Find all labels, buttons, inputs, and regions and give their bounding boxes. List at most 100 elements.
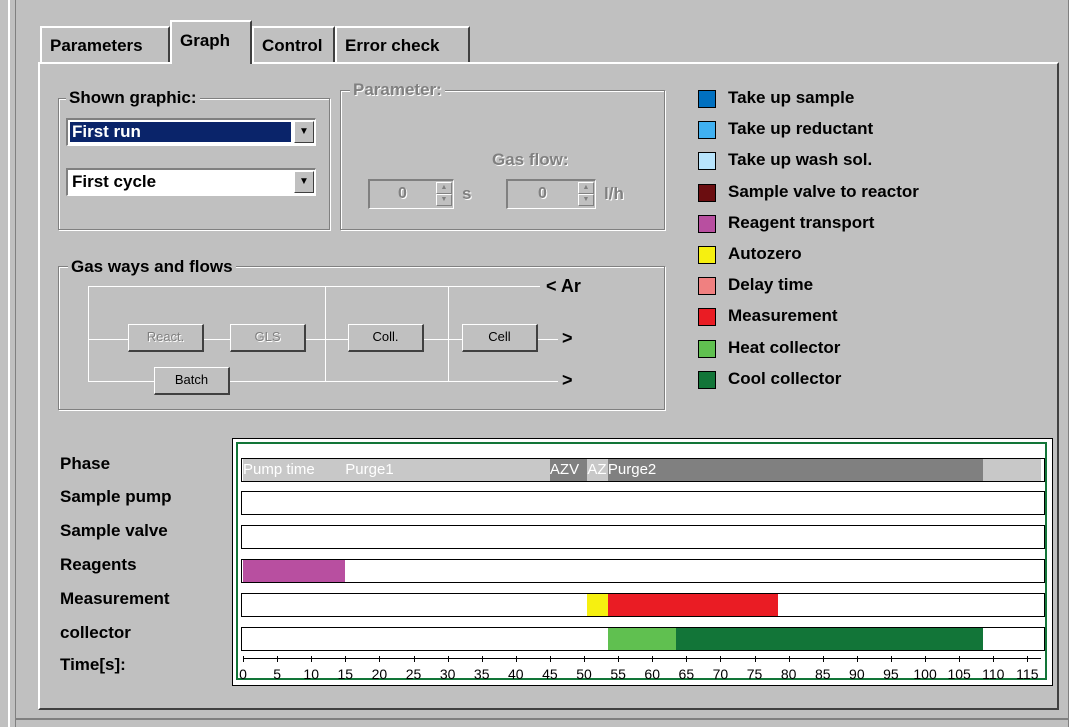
- phase-segment: AZV: [549, 459, 588, 481]
- time-axis-tick-label: 90: [849, 666, 865, 682]
- row-label-phase: Phase: [60, 454, 111, 473]
- legend-swatch-icon: [698, 370, 716, 389]
- tab-control[interactable]: Control: [252, 26, 335, 62]
- gas-line: [448, 286, 449, 381]
- legend-swatch-icon: [698, 246, 716, 264]
- tab-graph[interactable]: Graph: [170, 20, 252, 64]
- tab-graph-label: Graph: [180, 31, 231, 50]
- time-axis-tick: [549, 656, 551, 662]
- row-label-measurement: Measurement: [60, 589, 170, 608]
- time-axis-tick-label: 60: [644, 666, 661, 682]
- time-axis-tick: [720, 656, 722, 662]
- coll-button[interactable]: Coll.: [348, 324, 424, 352]
- time-axis-tick: [413, 656, 415, 662]
- row-label-sample-pump: Sample pump: [60, 487, 172, 506]
- legend-label: Measurement: [728, 306, 838, 326]
- batch-outlet-arrow-icon: >: [562, 370, 573, 390]
- legend-label: Take up wash sol.: [728, 150, 873, 170]
- time-axis-tick-label: 5: [273, 666, 281, 682]
- legend-swatch-icon: [698, 183, 716, 202]
- legend-swatch-icon: [698, 90, 716, 108]
- time-axis-tick: [754, 656, 756, 662]
- time-axis-tick: [788, 656, 790, 662]
- batch-button[interactable]: Batch: [154, 367, 230, 395]
- window-bottom-edge: [16, 718, 1068, 720]
- phase-segment: Purge2: [607, 459, 984, 481]
- row-label-reagents: Reagents: [60, 555, 137, 574]
- argon-inlet-label: < Ar: [546, 276, 581, 296]
- time-axis-tick: [379, 656, 381, 662]
- run-select-value: First run: [70, 122, 291, 142]
- time-axis-tick: [243, 656, 244, 662]
- time-axis-tick: [447, 656, 449, 662]
- time-axis-tick-label: 95: [883, 666, 899, 682]
- time-spinner[interactable]: 0 ▲ ▼: [368, 179, 454, 209]
- chart-bar: [587, 594, 608, 616]
- react-button[interactable]: React.: [128, 324, 204, 352]
- window-left-border: [0, 0, 16, 727]
- time-axis-tick-label: 65: [678, 666, 695, 682]
- parameter-title: Parameter:: [350, 80, 445, 100]
- time-axis-tick-label: 20: [371, 666, 388, 682]
- phase-segment: Pump time: [243, 459, 346, 481]
- time-axis-tick: [925, 656, 927, 662]
- gas-flow-label: Gas flow:: [492, 150, 569, 169]
- spin-up-icon[interactable]: ▲: [578, 182, 594, 194]
- row-label-collector: collector: [60, 623, 131, 642]
- time-axis-tick-label: 50: [576, 666, 592, 682]
- phase-segment: Purge1: [345, 459, 550, 481]
- flow-spinner[interactable]: 0 ▲ ▼: [506, 179, 596, 209]
- chart-bar: [607, 594, 779, 616]
- time-axis-tick: [1027, 656, 1029, 662]
- time-axis-tick: [856, 656, 858, 662]
- time-axis-tick-label: 0: [239, 666, 247, 682]
- time-axis-tick-label: 35: [473, 666, 490, 682]
- time-axis-tick-label: 70: [712, 666, 729, 682]
- spin-down-icon[interactable]: ▼: [436, 194, 452, 206]
- cycle-select[interactable]: First cycle ▼: [66, 168, 316, 196]
- gas-ways-title: Gas ways and flows: [68, 257, 236, 277]
- legend-label: Sample valve to reactor: [728, 181, 919, 201]
- time-axis-tick: [481, 656, 483, 662]
- gls-button[interactable]: GLS: [230, 324, 306, 352]
- spin-up-icon[interactable]: ▲: [436, 182, 452, 194]
- time-axis-tick: [890, 656, 892, 662]
- time-axis-tick: [652, 656, 654, 662]
- cell-button[interactable]: Cell: [462, 324, 538, 352]
- legend-label: Heat collector: [728, 337, 841, 357]
- time-axis-tick: [345, 656, 347, 662]
- legend-label: Delay time: [728, 275, 814, 295]
- chart-row-track: [241, 559, 1045, 583]
- time-axis-tick: [311, 656, 313, 662]
- legend-swatch-icon: [698, 339, 716, 358]
- cycle-select-chevron-down-icon[interactable]: ▼: [294, 171, 314, 193]
- legend-label: Cool collector: [728, 368, 842, 388]
- timing-chart-frame: Pump time Purge1 AZV AZ Purge2 0 5 10 15 20 25 30 35…: [236, 442, 1047, 682]
- run-select[interactable]: First run ▼: [66, 118, 316, 146]
- legend-label: Take up sample: [728, 88, 855, 107]
- time-unit: s: [462, 184, 472, 203]
- window-right-strip: [1068, 0, 1090, 727]
- tab-parameters[interactable]: Parameters: [40, 26, 170, 62]
- chart-bar: [676, 628, 984, 650]
- time-axis-tick-label: 45: [542, 666, 558, 682]
- time-axis-line: [243, 658, 1041, 659]
- tab-error-check[interactable]: Error check: [335, 26, 470, 62]
- legend-swatch-icon: [698, 121, 716, 140]
- gas-line: [325, 286, 326, 381]
- chart-row-track: [241, 525, 1045, 549]
- time-axis-tick-label: 100: [913, 666, 937, 682]
- time-axis-tick: [277, 656, 279, 662]
- time-axis-tick: [822, 656, 824, 662]
- time-axis-tick: [686, 656, 688, 662]
- time-axis-tick-label: 15: [337, 666, 354, 682]
- legend-label: Reagent transport: [728, 212, 875, 232]
- cell-outlet-arrow-icon: >: [562, 328, 573, 348]
- time-axis-tick-label: 85: [814, 666, 831, 682]
- spin-down-icon[interactable]: ▼: [578, 194, 594, 206]
- phase-segment: AZ: [587, 459, 608, 481]
- time-axis-tick: [993, 656, 995, 662]
- phase-segment: [983, 459, 1041, 481]
- run-select-chevron-down-icon[interactable]: ▼: [294, 121, 314, 143]
- tab-parameters-label: Parameters: [50, 36, 143, 55]
